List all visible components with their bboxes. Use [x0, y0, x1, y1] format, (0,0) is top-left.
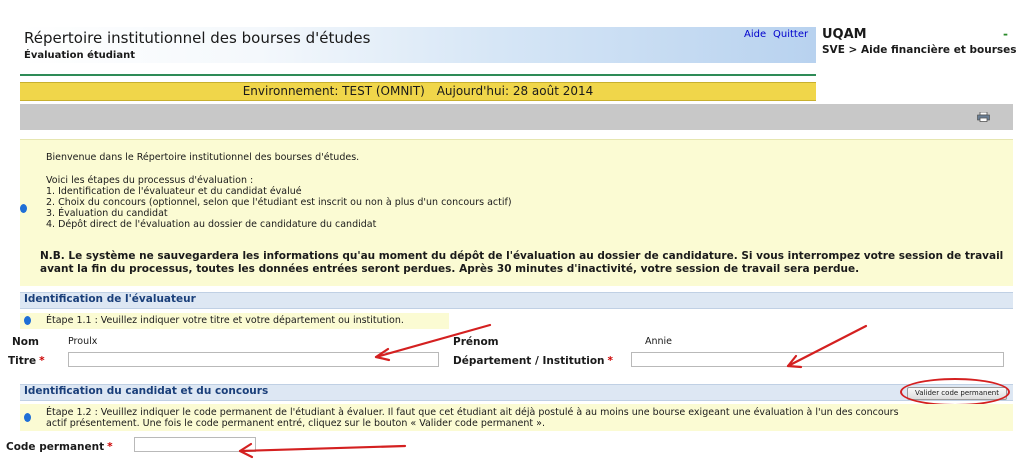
annotation-arrow: [238, 442, 407, 459]
page-frame: Répertoire institutionnel des bourses d'…: [0, 0, 1019, 473]
annotation-arrow: [374, 323, 492, 362]
annotation-arrow: [786, 324, 868, 369]
annotation-arrows: [238, 323, 868, 459]
